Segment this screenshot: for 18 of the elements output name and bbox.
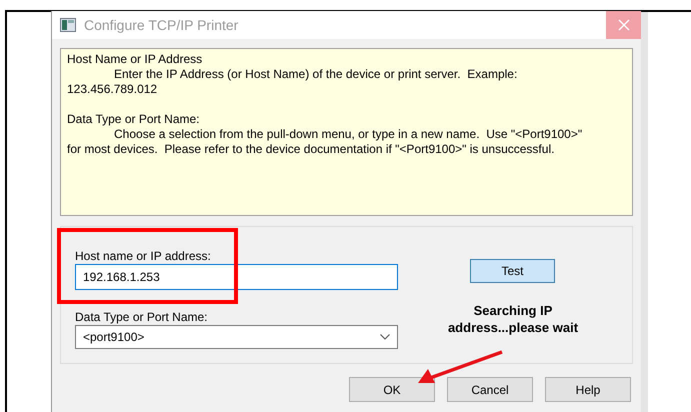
help-heading: Data Type or Port Name:: [67, 112, 201, 127]
status-message: Searching IP address...please wait: [446, 302, 580, 336]
test-button[interactable]: Test: [470, 259, 555, 283]
window-icon: [60, 18, 76, 32]
port-dropdown[interactable]: <port9100>: [75, 325, 398, 349]
help-text: Choose a selection from the pull-down menu, or type in a new name. Use "<Port9100>" for most devices. Please refer to the device documentation if "<Port9100>" is unsuccessful.: [67, 127, 584, 157]
field-label: Host name or IP address:: [75, 248, 211, 265]
help-heading: Host Name or IP Address: [67, 52, 204, 67]
window-title: Configure TCP/IP Printer: [84, 16, 238, 35]
dialog-button[interactable]: OK: [349, 377, 435, 402]
field-label: Data Type or Port Name:: [75, 309, 208, 326]
close-icon: [618, 19, 630, 31]
close-button[interactable]: [606, 11, 641, 39]
dialog-button[interactable]: Help: [545, 377, 631, 402]
chevron-down-icon: [380, 334, 390, 340]
dialog-button[interactable]: Cancel: [447, 377, 533, 402]
input-field[interactable]: 192.168.1.253: [75, 264, 398, 290]
help-text: Enter the IP Address (or Host Name) of the device or print server. Example: 123.456.789.012: [67, 67, 518, 97]
